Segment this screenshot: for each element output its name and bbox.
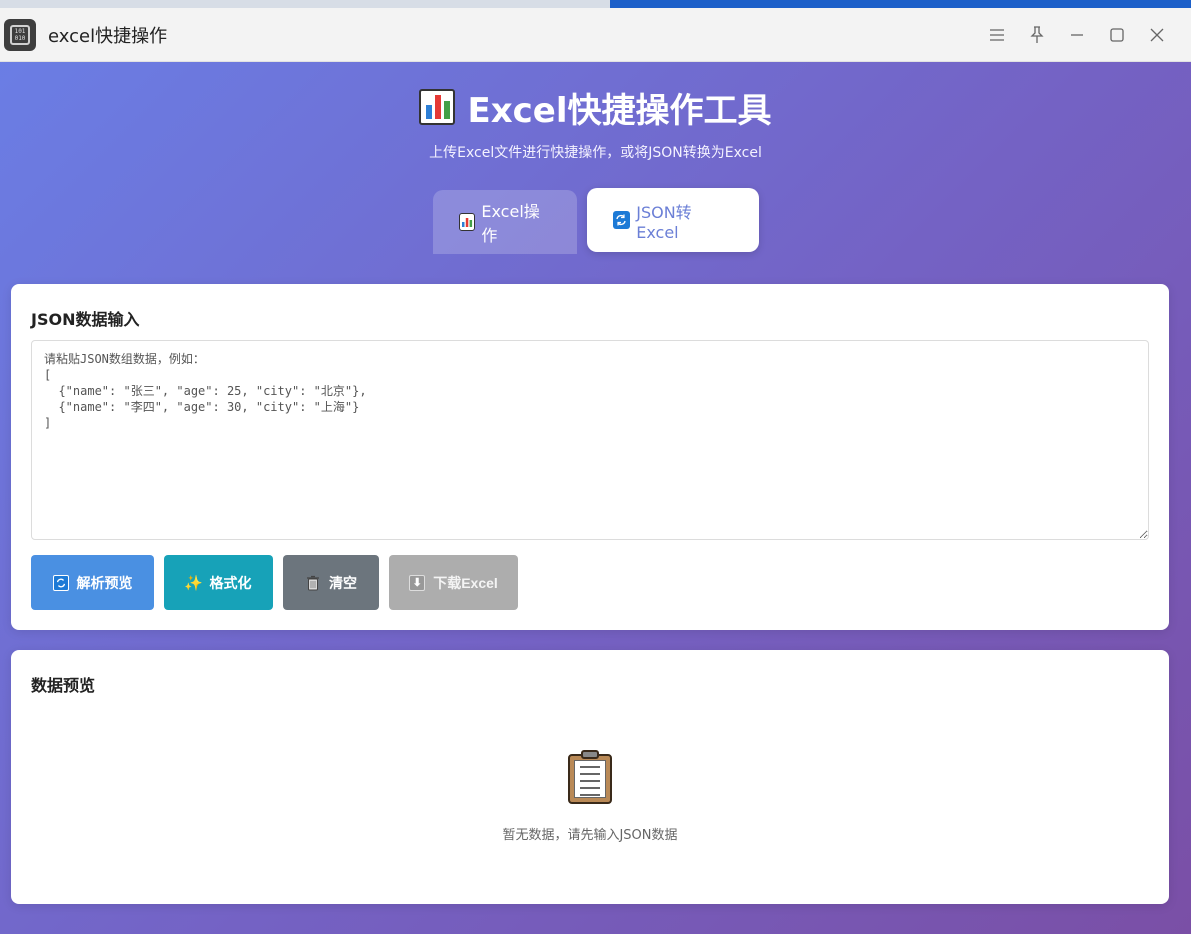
bar-chart-icon <box>419 89 456 125</box>
empty-state: 暂无数据，请先输入JSON数据 <box>11 750 1169 843</box>
tab-bar: Excel操作 JSON转Excel <box>0 188 1191 254</box>
minimize-icon[interactable] <box>1057 15 1097 55</box>
window-title: excel快捷操作 <box>48 25 168 47</box>
bar-chart-icon <box>458 213 476 231</box>
json-input-card: JSON数据输入 解析预览 ✨ 格式化 清空 ⬇ 下载Excel <box>11 284 1169 630</box>
page-subtitle: 上传Excel文件进行快捷操作，或将JSON转换为Excel <box>429 145 762 161</box>
trash-icon <box>305 575 321 591</box>
window-title-bar: 101 010 excel快捷操作 <box>0 8 1191 62</box>
parse-preview-button[interactable]: 解析预览 <box>31 555 154 610</box>
clipboard-icon <box>568 750 612 804</box>
close-icon[interactable] <box>1137 15 1177 55</box>
pin-icon[interactable] <box>1017 15 1057 55</box>
sync-icon <box>612 211 631 229</box>
desktop-strip <box>0 0 1191 8</box>
download-icon: ⬇ <box>409 574 426 591</box>
download-excel-button[interactable]: ⬇ 下载Excel <box>389 555 518 610</box>
empty-state-text: 暂无数据，请先输入JSON数据 <box>502 828 678 843</box>
tab-excel-operations[interactable]: Excel操作 <box>432 190 577 254</box>
tab-label: Excel操作 <box>481 202 540 245</box>
json-input-textarea[interactable] <box>31 340 1149 540</box>
format-button[interactable]: ✨ 格式化 <box>164 555 273 610</box>
menu-icon[interactable] <box>977 15 1017 55</box>
sync-icon <box>52 574 69 591</box>
clear-button[interactable]: 清空 <box>283 555 379 610</box>
binary-chip-icon: 101 010 <box>4 18 36 51</box>
page-title: Excel快捷操作工具 <box>419 84 772 131</box>
page-header: Excel快捷操作工具 上传Excel文件进行快捷操作，或将JSON转换为Exc… <box>0 84 1191 162</box>
tab-json-to-excel[interactable]: JSON转Excel <box>586 188 759 252</box>
data-preview-title: 数据预览 <box>31 676 96 695</box>
maximize-icon[interactable] <box>1097 15 1137 55</box>
sparkles-icon: ✨ <box>184 574 203 592</box>
json-input-title: JSON数据输入 <box>31 310 140 329</box>
tab-label: JSON转Excel <box>636 202 692 242</box>
data-preview-card: 数据预览 暂无数据，请先输入JSON数据 <box>11 650 1169 904</box>
action-buttons: 解析预览 ✨ 格式化 清空 ⬇ 下载Excel <box>31 555 518 610</box>
